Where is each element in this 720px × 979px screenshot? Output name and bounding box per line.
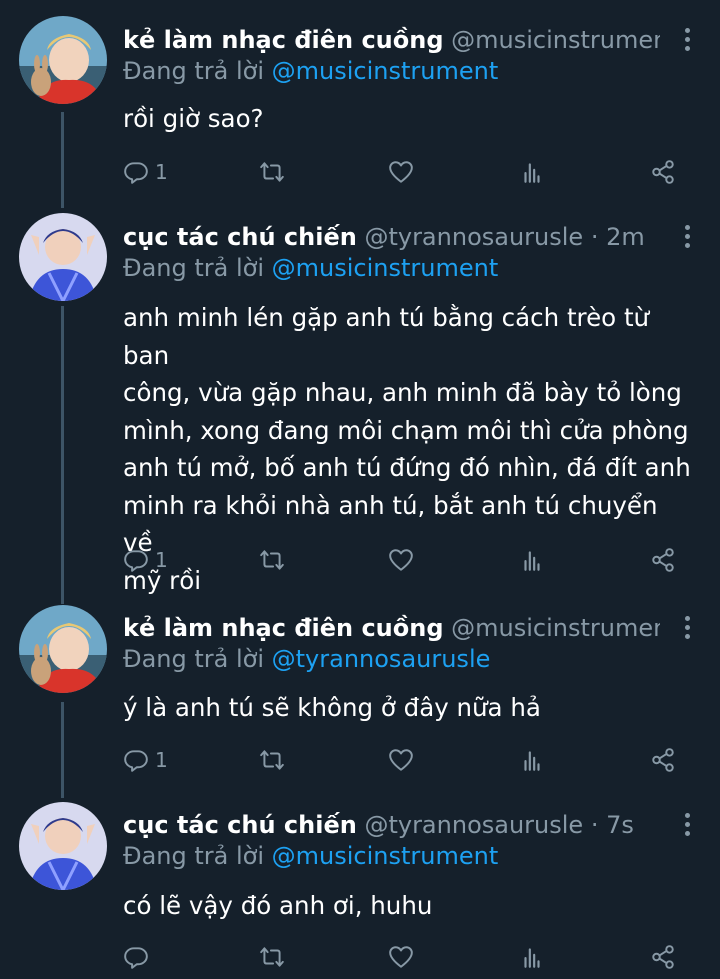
avatar-blue-shirt-icon [19, 213, 107, 301]
like-button[interactable] [388, 743, 414, 777]
display-name[interactable]: kẻ làm nhạc điên cuồng [123, 26, 444, 54]
replying-to: Đang trả lời @musicinstrument [123, 841, 498, 871]
tweet-text-line: anh tú mở, bố anh tú đứng đó nhìn, đá đí… [123, 453, 691, 482]
reply-prefix: Đang trả lời [123, 57, 272, 85]
reply-count: 1 [155, 748, 168, 772]
share-button[interactable] [650, 743, 676, 777]
reply-button[interactable] [123, 940, 149, 974]
tweet-actions: 1 [123, 155, 683, 189]
tweet[interactable]: cục tác chú chiến @tyrannosaurusle · 7s … [0, 790, 720, 979]
analytics-icon [519, 159, 545, 185]
like-button[interactable] [388, 940, 414, 974]
handle[interactable]: @musicinstrument ... [451, 26, 660, 54]
replying-to: Đang trả lời @musicinstrument [123, 253, 498, 283]
analytics-button[interactable] [519, 743, 545, 777]
reply-mention[interactable]: @musicinstrument [272, 254, 499, 282]
reply-mention[interactable]: @tyrannosaurusle [272, 645, 491, 673]
like-button[interactable] [388, 155, 414, 189]
retweet-button[interactable] [259, 155, 285, 189]
avatar[interactable] [19, 802, 107, 890]
share-button[interactable] [650, 940, 676, 974]
share-icon [650, 944, 676, 970]
tweet[interactable]: kẻ làm nhạc điên cuồng @musicinstrument … [0, 600, 720, 790]
share-button[interactable] [650, 155, 676, 189]
display-name[interactable]: cục tác chú chiến [123, 811, 357, 839]
handle[interactable]: @tyrannosaurusle · 2m [364, 223, 644, 251]
reply-button[interactable]: 1 [123, 155, 168, 189]
retweet-icon [259, 747, 285, 773]
like-icon [388, 944, 414, 970]
like-icon [388, 159, 414, 185]
reply-mention[interactable]: @musicinstrument [272, 842, 499, 870]
handle[interactable]: @tyrannosaurusle · 7s [364, 811, 633, 839]
avatar[interactable] [19, 16, 107, 104]
tweet-actions [123, 940, 683, 974]
analytics-icon [519, 944, 545, 970]
analytics-button[interactable] [519, 155, 545, 189]
tweet-actions: 1 [123, 543, 683, 577]
share-button[interactable] [650, 543, 676, 577]
reply-prefix: Đang trả lời [123, 645, 272, 673]
like-button[interactable] [388, 543, 414, 577]
replying-to: Đang trả lời @tyrannosaurusle [123, 644, 490, 674]
tweet-text-line: ý là anh tú sẽ không ở đây nữa hả [123, 693, 541, 722]
avatar-red-shirt-icon [19, 605, 107, 693]
retweet-icon [259, 159, 285, 185]
tweet-text-line: công, vừa gặp nhau, anh minh đã bày tỏ l… [123, 378, 682, 407]
analytics-button[interactable] [519, 543, 545, 577]
tweet[interactable]: kẻ làm nhạc điên cuồng @musicinstrument … [0, 0, 720, 200]
reply-button[interactable]: 1 [123, 543, 168, 577]
more-icon[interactable] [684, 28, 692, 55]
reply-icon [123, 747, 149, 773]
retweet-button[interactable] [259, 543, 285, 577]
tweet-text: có lẽ vậy đó anh ơi, huhu [123, 887, 693, 925]
reply-prefix: Đang trả lời [123, 254, 272, 282]
reply-icon [123, 944, 149, 970]
tweet-header: cục tác chú chiến @tyrannosaurusle · 7s [123, 810, 660, 840]
analytics-icon [519, 747, 545, 773]
handle[interactable]: @musicinstrument ... [451, 614, 660, 642]
replying-to: Đang trả lời @musicinstrument [123, 56, 498, 86]
avatar-blue-shirt-icon [19, 802, 107, 890]
avatar[interactable] [19, 605, 107, 693]
analytics-button[interactable] [519, 940, 545, 974]
tweet-text: ý là anh tú sẽ không ở đây nữa hả [123, 689, 693, 727]
reply-mention[interactable]: @musicinstrument [272, 57, 499, 85]
more-icon[interactable] [684, 813, 692, 840]
reply-icon [123, 547, 149, 573]
tweet-text-line: mình, xong đang môi chạm môi thì cửa phò… [123, 415, 689, 445]
share-icon [650, 747, 676, 773]
retweet-button[interactable] [259, 940, 285, 974]
tweet-text: rồi giờ sao? [123, 100, 693, 138]
like-icon [388, 547, 414, 573]
retweet-button[interactable] [259, 743, 285, 777]
tweet-text-line: rồi giờ sao? [123, 104, 264, 133]
reply-icon [123, 159, 149, 185]
share-icon [650, 159, 676, 185]
tweet-actions: 1 [123, 743, 683, 777]
avatar[interactable] [19, 213, 107, 301]
avatar-red-shirt-icon [19, 16, 107, 104]
reply-count: 1 [155, 160, 168, 184]
display-name[interactable]: kẻ làm nhạc điên cuồng [123, 614, 444, 642]
reply-prefix: Đang trả lời [123, 842, 272, 870]
tweet-header: kẻ làm nhạc điên cuồng @musicinstrument … [123, 25, 660, 55]
share-icon [650, 547, 676, 573]
retweet-icon [259, 944, 285, 970]
reply-count: 1 [155, 548, 168, 572]
retweet-icon [259, 547, 285, 573]
tweet-text-line: có lẽ vậy đó anh ơi, huhu [123, 891, 433, 920]
analytics-icon [519, 547, 545, 573]
display-name[interactable]: cục tác chú chiến [123, 223, 357, 251]
tweet-text-line: anh minh lén gặp anh tú bằng cách trèo t… [123, 303, 650, 370]
tweet-header: kẻ làm nhạc điên cuồng @musicinstrument … [123, 613, 660, 643]
like-icon [388, 747, 414, 773]
reply-button[interactable]: 1 [123, 743, 168, 777]
tweet-header: cục tác chú chiến @tyrannosaurusle · 2m [123, 222, 660, 252]
more-icon[interactable] [684, 225, 692, 252]
more-icon[interactable] [684, 616, 692, 643]
tweet[interactable]: cục tác chú chiến @tyrannosaurusle · 2m … [0, 200, 720, 600]
